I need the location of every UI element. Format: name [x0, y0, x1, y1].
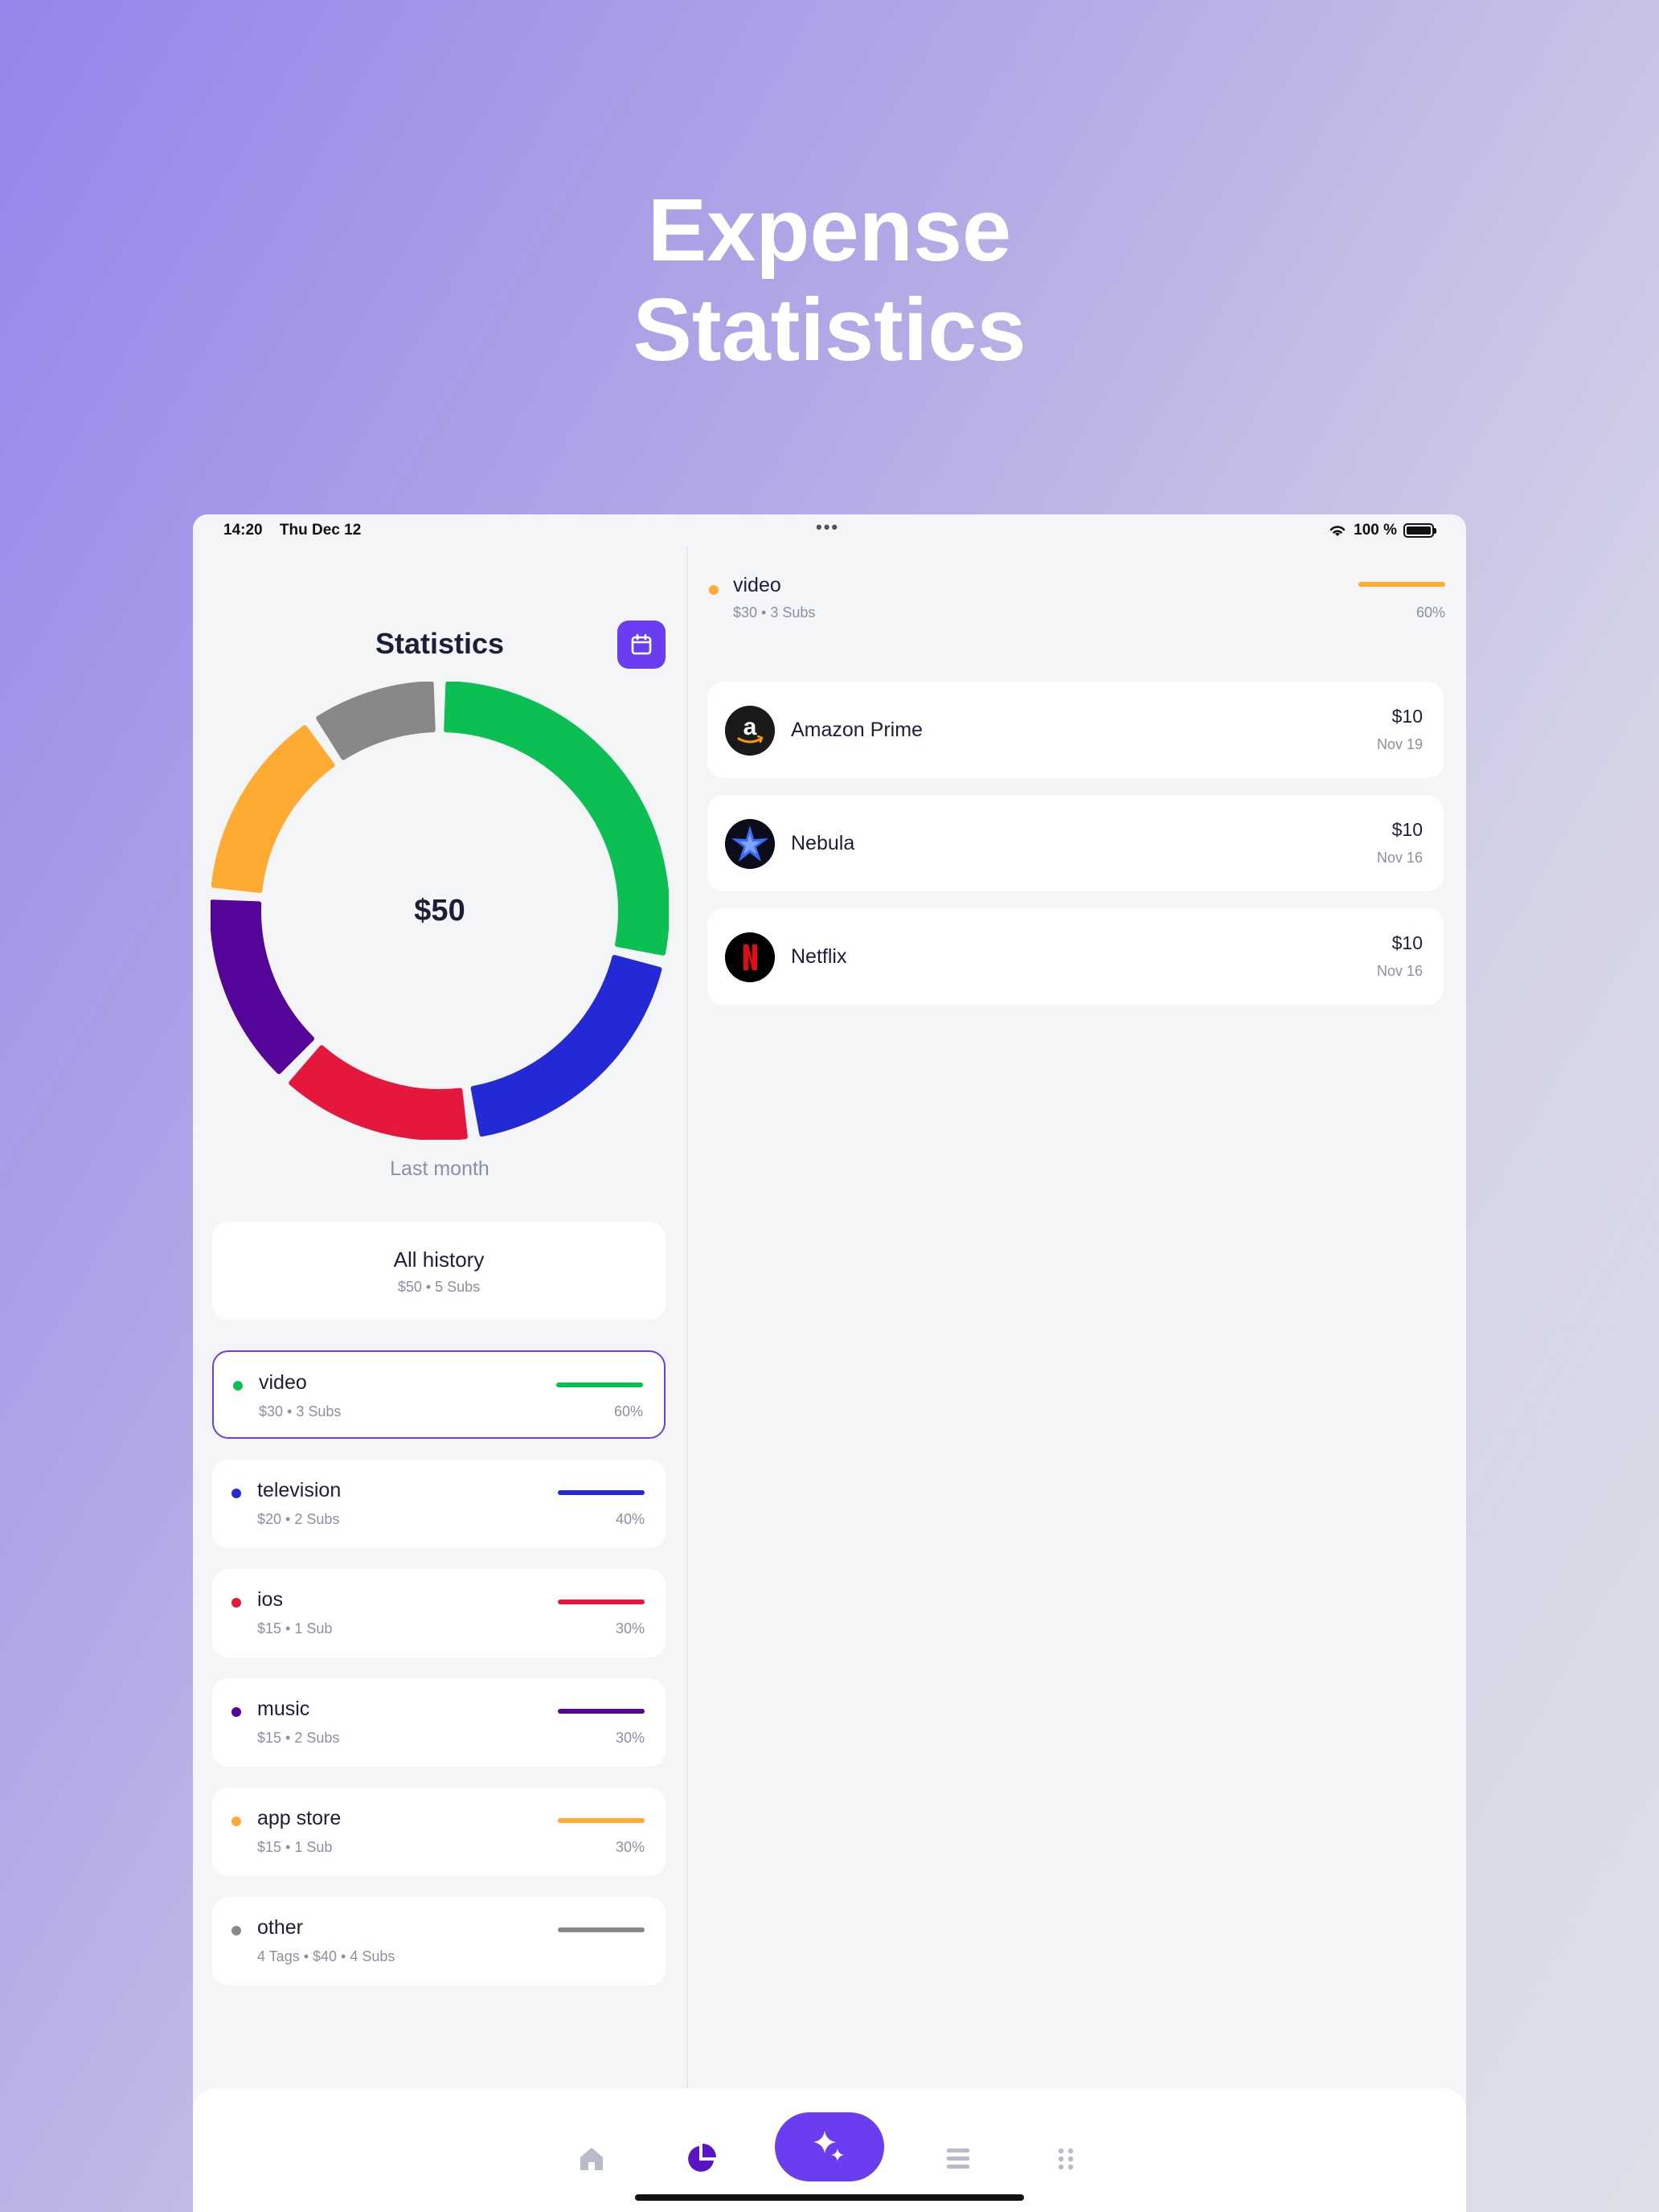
tab-list[interactable] — [940, 2141, 976, 2177]
category-dot — [231, 1598, 241, 1608]
subscription-name: Amazon Prime — [791, 719, 923, 741]
amazon-logo-icon: a — [725, 706, 775, 756]
subscription-name: Nebula — [791, 832, 855, 854]
category-dot — [231, 1489, 241, 1498]
category-bar — [558, 1818, 645, 1823]
pie-chart-icon — [688, 2144, 716, 2172]
status-bar: 14:20 Thu Dec 12 ••• 100 % — [193, 514, 1466, 547]
calendar-icon — [631, 633, 652, 655]
subscription-name: Netflix — [791, 945, 847, 968]
battery-icon — [1403, 523, 1436, 538]
category-percent: 30% — [615, 1839, 645, 1855]
category-card-video[interactable]: video $30 • 3 Subs 60% — [212, 1350, 666, 1439]
all-history-title: All history — [393, 1247, 485, 1272]
subscription-amount: $10 — [1391, 819, 1423, 840]
category-percent: 60% — [1415, 604, 1445, 621]
category-name: other — [257, 1916, 303, 1939]
ipad-screen: 14:20 Thu Dec 12 ••• 100 % Statistics $5… — [193, 514, 1466, 2212]
category-percent: 30% — [615, 1620, 645, 1636]
grid-icon — [1058, 2148, 1074, 2170]
hero-line-2: Statistics — [633, 281, 1026, 379]
donut-chart[interactable]: $50 — [210, 681, 670, 1141]
netflix-logo-icon — [725, 932, 775, 982]
list-icon — [947, 2149, 969, 2169]
category-card-music[interactable]: music $15 • 2 Subs 30% — [212, 1678, 666, 1767]
period-label[interactable]: Last month — [193, 1157, 686, 1181]
category-bar — [558, 1600, 645, 1604]
category-card-app-store[interactable]: app store $15 • 1 Sub 30% — [212, 1788, 666, 1876]
subscription-card-netflix[interactable]: Netflix $10 Nov 16 — [707, 908, 1444, 1005]
tab-home[interactable] — [574, 2141, 609, 2177]
category-name: app store — [257, 1807, 342, 1829]
subscription-card-nebula[interactable]: Nebula $10 Nov 16 — [707, 795, 1444, 891]
all-history-card[interactable]: All history $50 • 5 Subs — [212, 1222, 666, 1320]
page-title: Statistics — [375, 627, 505, 660]
tab-statistics[interactable] — [683, 2141, 719, 2177]
subscription-card-amazon[interactable]: a Amazon Prime $10 Nov 19 — [707, 682, 1444, 778]
category-percent: 60% — [613, 1403, 643, 1419]
category-bar — [556, 1382, 643, 1387]
sparkles-icon — [813, 2131, 844, 2161]
subscription-date: Nov 16 — [1376, 963, 1423, 979]
category-name: video — [259, 1371, 307, 1394]
category-name: ios — [257, 1588, 283, 1611]
category-sub: 4 Tags • $40 • 4 Subs — [257, 1948, 395, 1964]
category-dot — [233, 1381, 243, 1391]
category-card-ios[interactable]: ios $15 • 1 Sub 30% — [212, 1569, 666, 1657]
tab-bar — [193, 2088, 1466, 2212]
subscription-date: Nov 16 — [1376, 850, 1423, 866]
category-sub: $30 • 3 Subs — [259, 1403, 342, 1419]
category-card-other[interactable]: other 4 Tags • $40 • 4 Subs — [212, 1897, 666, 1985]
battery-percent: 100 % — [1354, 522, 1397, 539]
subscription-amount: $10 — [1391, 706, 1423, 727]
wifi-icon — [1329, 526, 1346, 536]
category-dot — [231, 1926, 241, 1936]
category-percent: 30% — [615, 1730, 645, 1746]
subscription-amount: $10 — [1391, 932, 1423, 953]
category-dot — [231, 1817, 241, 1826]
category-sub: $30 • 3 Subs — [733, 604, 816, 621]
hero-line-1: Expense — [647, 181, 1012, 280]
svg-text:a: a — [743, 714, 757, 740]
status-date: Thu Dec 12 — [279, 522, 362, 539]
category-dot — [709, 585, 719, 595]
category-card-television[interactable]: television $20 • 2 Subs 40% — [212, 1460, 666, 1548]
category-percent: 40% — [615, 1511, 645, 1527]
multitask-dots[interactable]: ••• — [816, 518, 839, 536]
category-bar — [558, 1709, 645, 1714]
subscription-date: Nov 19 — [1376, 736, 1423, 752]
category-bar — [558, 1927, 645, 1932]
category-name: music — [257, 1698, 310, 1720]
category-sub: $15 • 1 Sub — [257, 1620, 333, 1636]
right-panel: video $30 • 3 Subs 60% a Amazon Prime $1… — [688, 547, 1466, 2090]
calendar-button[interactable] — [617, 621, 666, 669]
category-sub: $15 • 2 Subs — [257, 1730, 340, 1746]
left-panel: Statistics $50 Last month All history $5… — [193, 547, 686, 2090]
category-sub: $15 • 1 Sub — [257, 1839, 333, 1855]
category-dot — [231, 1707, 241, 1717]
total-amount: $50 — [414, 893, 465, 928]
category-sub: $20 • 2 Subs — [257, 1511, 340, 1527]
category-name: television — [257, 1479, 342, 1501]
status-time: 14:20 — [223, 522, 263, 539]
all-history-sub: $50 • 5 Subs — [397, 1279, 481, 1295]
home-icon — [580, 2148, 603, 2170]
tab-more[interactable] — [1048, 2141, 1083, 2177]
category-name: video — [733, 574, 781, 596]
tab-ai-button[interactable] — [775, 2112, 884, 2181]
category-bar — [558, 1490, 645, 1495]
home-indicator — [635, 2194, 1024, 2201]
hero-title: Expense Statistics — [0, 181, 1659, 380]
nebula-logo-icon — [725, 819, 775, 869]
category-bar — [1358, 582, 1445, 587]
